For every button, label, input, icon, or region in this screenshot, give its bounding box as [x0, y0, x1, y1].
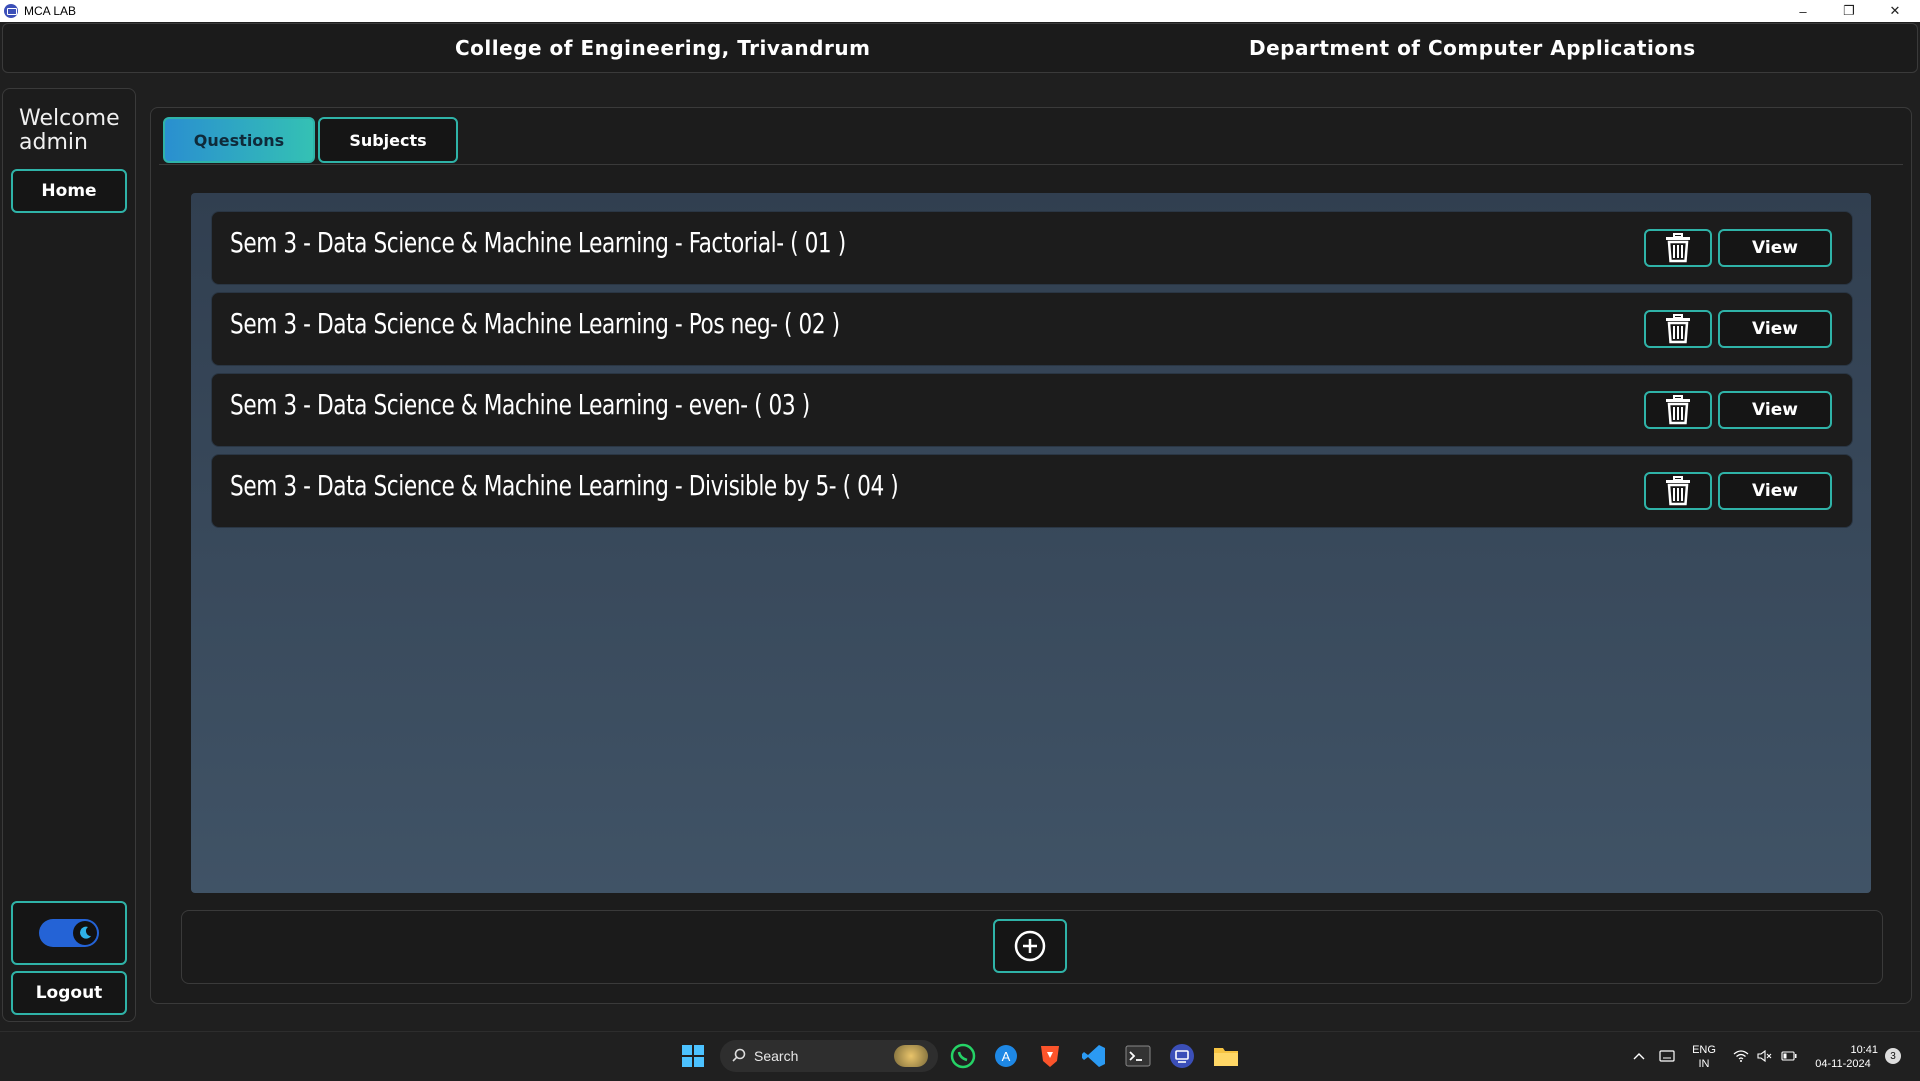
trash-icon	[1666, 476, 1690, 506]
app-store-icon[interactable]: A	[991, 1041, 1021, 1071]
question-row: Sem 3 - Data Science & Machine Learning …	[211, 211, 1853, 285]
home-button[interactable]: Home	[11, 169, 127, 213]
search-icon	[732, 1048, 746, 1065]
windows-start-icon[interactable]	[678, 1041, 708, 1071]
app-icon	[4, 4, 18, 18]
svg-text:A: A	[1002, 1049, 1011, 1064]
tab-divider	[159, 164, 1903, 165]
region-code: IN	[1698, 1058, 1710, 1070]
logout-button[interactable]: Logout	[11, 971, 127, 1015]
close-button[interactable]: ✕	[1872, 0, 1918, 22]
question-row: Sem 3 - Data Science & Machine Learning …	[211, 292, 1853, 366]
battery-icon[interactable]	[1776, 1041, 1802, 1071]
sidebar: Welcome admin Home Logout	[2, 88, 136, 1022]
tab-questions[interactable]: Questions	[163, 117, 315, 163]
view-button[interactable]: View	[1718, 472, 1832, 510]
department-name: Department of Computer Applications	[1249, 36, 1696, 60]
welcome-text: Welcome	[19, 106, 120, 131]
question-row: Sem 3 - Data Science & Machine Learning …	[211, 373, 1853, 447]
restore-button[interactable]: ❐	[1826, 0, 1872, 22]
volume-muted-icon[interactable]	[1752, 1041, 1778, 1071]
plus-circle-icon	[1014, 930, 1046, 962]
language-indicator[interactable]: ENG IN	[1688, 1043, 1720, 1071]
delete-button[interactable]	[1644, 472, 1712, 510]
whatsapp-icon[interactable]	[948, 1041, 978, 1071]
chevron-up-icon[interactable]	[1624, 1041, 1654, 1071]
question-title: Sem 3 - Data Science & Machine Learning …	[230, 388, 810, 421]
question-title: Sem 3 - Data Science & Machine Learning …	[230, 307, 840, 340]
minimize-button[interactable]: –	[1780, 0, 1826, 22]
search-highlight-icon	[894, 1045, 928, 1067]
trash-icon	[1666, 314, 1690, 344]
brave-browser-icon[interactable]	[1035, 1041, 1065, 1071]
language-code: ENG	[1692, 1044, 1716, 1056]
file-explorer-icon[interactable]	[1211, 1041, 1241, 1071]
questions-list: Sem 3 - Data Science & Machine Learning …	[191, 193, 1871, 893]
view-button[interactable]: View	[1718, 310, 1832, 348]
view-button[interactable]: View	[1718, 229, 1832, 267]
keyboard-icon[interactable]	[1652, 1041, 1682, 1071]
trash-icon	[1666, 233, 1690, 263]
vscode-icon[interactable]	[1079, 1041, 1109, 1071]
theme-toggle[interactable]	[39, 919, 99, 947]
welcome-message: Welcome admin	[19, 107, 120, 155]
action-bar	[181, 910, 1883, 984]
trash-icon	[1666, 395, 1690, 425]
notification-badge[interactable]: 3	[1880, 1041, 1906, 1071]
window-title: MCA LAB	[24, 4, 77, 18]
username: admin	[19, 130, 88, 155]
main-panel: Questions Subjects Sem 3 - Data Science …	[150, 107, 1912, 1004]
question-row: Sem 3 - Data Science & Machine Learning …	[211, 454, 1853, 528]
window-titlebar: MCA LAB – ❐ ✕	[0, 0, 1920, 22]
tab-subjects[interactable]: Subjects	[318, 117, 458, 163]
view-button[interactable]: View	[1718, 391, 1832, 429]
wifi-icon[interactable]	[1728, 1041, 1754, 1071]
notification-count: 3	[1885, 1048, 1901, 1064]
mca-lab-taskbar-icon[interactable]	[1167, 1041, 1197, 1071]
delete-button[interactable]	[1644, 310, 1712, 348]
delete-button[interactable]	[1644, 391, 1712, 429]
app-header: College of Engineering, Trivandrum Depar…	[2, 23, 1918, 73]
taskbar-search[interactable]: Search	[720, 1040, 938, 1072]
question-title: Sem 3 - Data Science & Machine Learning …	[230, 469, 899, 502]
clock-date: 04-11-2024	[1815, 1058, 1871, 1070]
theme-toggle-container	[11, 901, 127, 965]
college-name: College of Engineering, Trivandrum	[455, 36, 871, 60]
add-question-button[interactable]	[993, 919, 1067, 973]
windows-taskbar: Search A ENG IN 10:41 04-11-2024 3	[0, 1031, 1920, 1081]
search-placeholder: Search	[754, 1048, 799, 1064]
terminal-icon[interactable]	[1123, 1041, 1153, 1071]
moon-icon	[73, 921, 97, 945]
clock-time: 10:41	[1850, 1044, 1878, 1056]
question-title: Sem 3 - Data Science & Machine Learning …	[230, 226, 846, 259]
clock[interactable]: 10:41 04-11-2024	[1808, 1043, 1878, 1071]
delete-button[interactable]	[1644, 229, 1712, 267]
